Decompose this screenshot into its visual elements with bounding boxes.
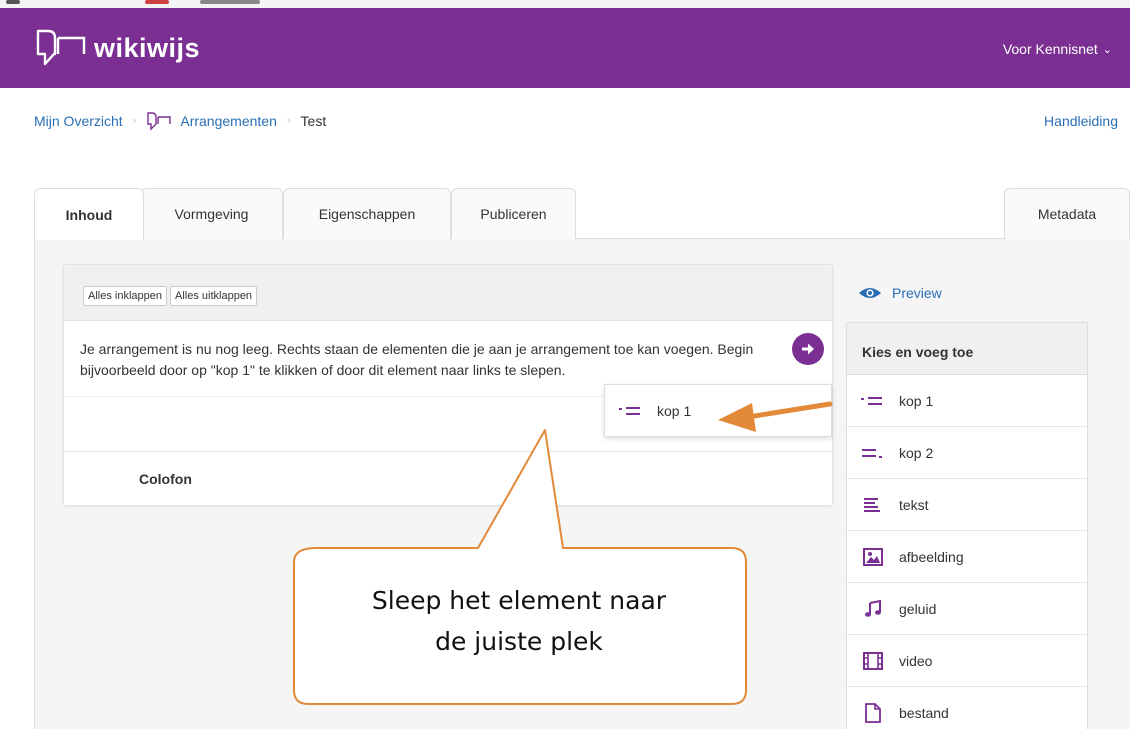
- sidebar-item-tekst[interactable]: tekst: [847, 479, 1087, 531]
- breadcrumb-arrangementen[interactable]: Arrangementen: [180, 113, 277, 129]
- sidebar-title: Kies en voeg toe: [847, 323, 1087, 375]
- callout-line-1: Sleep het element naar: [371, 586, 667, 615]
- sidebar-item-label: video: [899, 652, 933, 669]
- image-icon: [861, 547, 885, 567]
- chevron-down-icon: ⌄: [1102, 43, 1112, 56]
- tab-metadata[interactable]: Metadata: [1004, 188, 1130, 239]
- empty-arrangement-message: Je arrangement is nu nog leeg. Rechts st…: [80, 341, 754, 378]
- handleiding-link[interactable]: Handleiding: [1044, 113, 1118, 129]
- divider: [64, 451, 832, 452]
- file-icon: [861, 702, 885, 723]
- sidebar-item-label: geluid: [899, 600, 937, 617]
- sidebar-item-kop-2[interactable]: kop 2: [847, 427, 1087, 479]
- tab-vormgeving[interactable]: Vormgeving: [140, 188, 283, 239]
- sidebar-item-label: tekst: [899, 496, 929, 513]
- breadcrumb-current: Test: [300, 113, 327, 129]
- dragged-kop-1-element[interactable]: kop 1: [604, 384, 832, 437]
- sidebar-item-label: afbeelding: [899, 548, 964, 565]
- tab-publiceren[interactable]: Publiceren: [451, 188, 576, 239]
- preview-link[interactable]: Preview: [858, 285, 942, 301]
- callout-text: Sleep het element naar de juiste plek: [294, 580, 744, 662]
- tab-eigenschappen[interactable]: Eigenschappen: [283, 188, 451, 239]
- user-menu[interactable]: Voor Kennisnet ⌄: [1003, 41, 1112, 57]
- top-bar: wikiwijs Voor Kennisnet ⌄: [0, 8, 1130, 88]
- next-arrow-button[interactable]: [792, 333, 824, 365]
- element-sidebar: Kies en voeg toe kop 1 kop 2 tekst afbee…: [846, 322, 1088, 729]
- eye-icon: [859, 288, 881, 298]
- heading-1-icon: [861, 391, 885, 411]
- sidebar-item-video[interactable]: video: [847, 635, 1087, 687]
- wikiwijs-logo[interactable]: wikiwijs: [34, 28, 200, 68]
- sidebar-item-label: bestand: [899, 704, 949, 721]
- browser-strip: [0, 0, 1130, 8]
- sidebar-item-label: kop 1: [899, 392, 934, 409]
- expand-all-button[interactable]: Alles uitklappen: [170, 286, 258, 306]
- book-icon: [147, 112, 172, 131]
- heading-2-icon: [861, 443, 885, 463]
- breadcrumb-mijn-overzicht[interactable]: Mijn Overzicht: [34, 113, 123, 129]
- app-name: wikiwijs: [94, 32, 201, 63]
- sidebar-item-label: kop 2: [899, 444, 934, 461]
- editor-toolbar: Alles inklappen Alles uitklappen: [64, 265, 832, 321]
- callout-line-2: de juiste plek: [435, 627, 603, 656]
- dragged-item-label: kop 1: [657, 402, 692, 419]
- preview-label: Preview: [892, 285, 942, 301]
- breadcrumb-separator: ›: [132, 115, 137, 127]
- arrow-right-icon: [802, 343, 814, 355]
- tab-inhoud[interactable]: Inhoud: [34, 188, 144, 240]
- user-menu-label: Voor Kennisnet: [1002, 41, 1098, 57]
- music-note-icon: [861, 599, 885, 619]
- film-icon: [861, 651, 885, 671]
- book-logo-icon: [36, 29, 86, 66]
- heading-1-icon: [619, 406, 640, 415]
- breadcrumb: Mijn Overzicht › Arrangementen › Test: [34, 111, 326, 131]
- sidebar-item-bestand[interactable]: bestand: [847, 687, 1087, 729]
- sidebar-item-afbeelding[interactable]: afbeelding: [847, 531, 1087, 583]
- text-icon: [861, 495, 885, 515]
- breadcrumb-separator: ›: [286, 115, 291, 127]
- sidebar-item-kop-1[interactable]: kop 1: [847, 375, 1087, 427]
- colofon-item[interactable]: Colofon: [139, 471, 192, 487]
- collapse-all-button[interactable]: Alles inklappen: [83, 286, 167, 306]
- sidebar-item-geluid[interactable]: geluid: [847, 583, 1087, 635]
